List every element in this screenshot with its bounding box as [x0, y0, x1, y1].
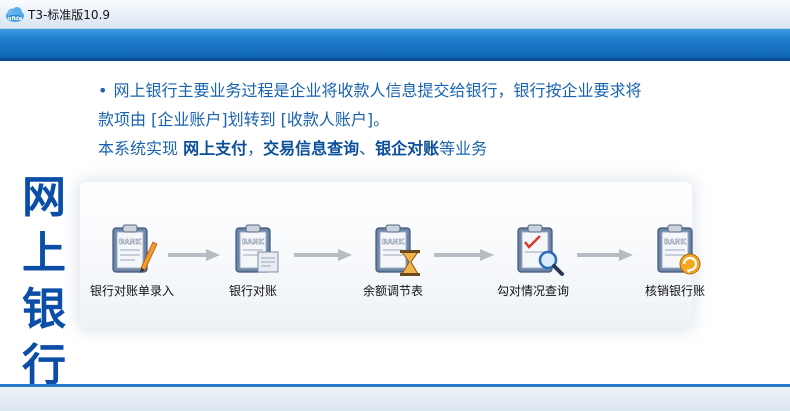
intro-line-3-suffix: 等业务	[439, 139, 488, 158]
check-query-icon[interactable]	[510, 222, 566, 278]
intro-line-3-prefix: 本系统实现	[98, 139, 184, 158]
svg-text:BANK: BANK	[664, 238, 687, 246]
write-off-icon[interactable]: BANK	[650, 222, 706, 278]
keyword-bank-reconciliation: 银企对账	[375, 139, 440, 158]
intro-line-1: • 网上银行主要业务过程是企业将收款人信息提交给银行，银行按企业要求将	[98, 76, 758, 105]
module-title: 网 上 银 行	[14, 170, 74, 394]
separator: 、	[359, 139, 376, 158]
step-label: 银行对账单录入	[90, 284, 175, 298]
bank-reconciliation-icon[interactable]: BANK	[228, 222, 284, 278]
header-band	[0, 29, 790, 61]
intro-line-3: 本系统实现 网上支付，交易信息查询、银企对账等业务	[98, 134, 758, 163]
svg-text:ufida: ufida	[8, 16, 22, 22]
title-bar: ufida T3-标准版10.9	[0, 0, 790, 29]
arrow-right-icon	[434, 249, 494, 261]
module-title-char: 网	[22, 172, 66, 223]
module-title-char: 银	[22, 284, 66, 335]
intro-line-1-text: 网上银行主要业务过程是企业将收款人信息提交给银行，银行按企业要求将	[113, 81, 642, 100]
window-title: T3-标准版10.9	[28, 8, 111, 22]
keyword-online-payment: 网上支付	[183, 139, 248, 158]
intro-text: • 网上银行主要业务过程是企业将收款人信息提交给银行，银行按企业要求将 款项由 […	[98, 76, 758, 163]
keyword-transaction-query: 交易信息查询	[263, 139, 360, 158]
bullet: •	[98, 81, 108, 100]
step-label: 银行对账	[229, 284, 278, 298]
app-cloud-icon: ufida	[6, 7, 24, 22]
separator: ，	[247, 139, 264, 158]
arrow-right-icon	[294, 249, 352, 261]
arrow-right-icon	[577, 249, 633, 261]
step-label: 勾对情况查询	[497, 284, 570, 298]
svg-text:BANK: BANK	[382, 238, 405, 246]
bottom-bar	[0, 384, 790, 411]
balance-adjustment-icon[interactable]: BANK	[368, 222, 424, 278]
module-title-char: 上	[22, 228, 66, 279]
bank-statement-entry-icon[interactable]: BANK	[105, 222, 161, 278]
arrow-right-icon	[168, 249, 220, 261]
intro-line-2: 款项由 [企业账户]划转到 [收款人账户]。	[98, 110, 390, 129]
step-label: 余额调节表	[363, 284, 424, 298]
svg-text:BANK: BANK	[119, 238, 142, 246]
svg-text:BANK: BANK	[242, 238, 265, 246]
step-label: 核销银行账	[645, 284, 706, 298]
